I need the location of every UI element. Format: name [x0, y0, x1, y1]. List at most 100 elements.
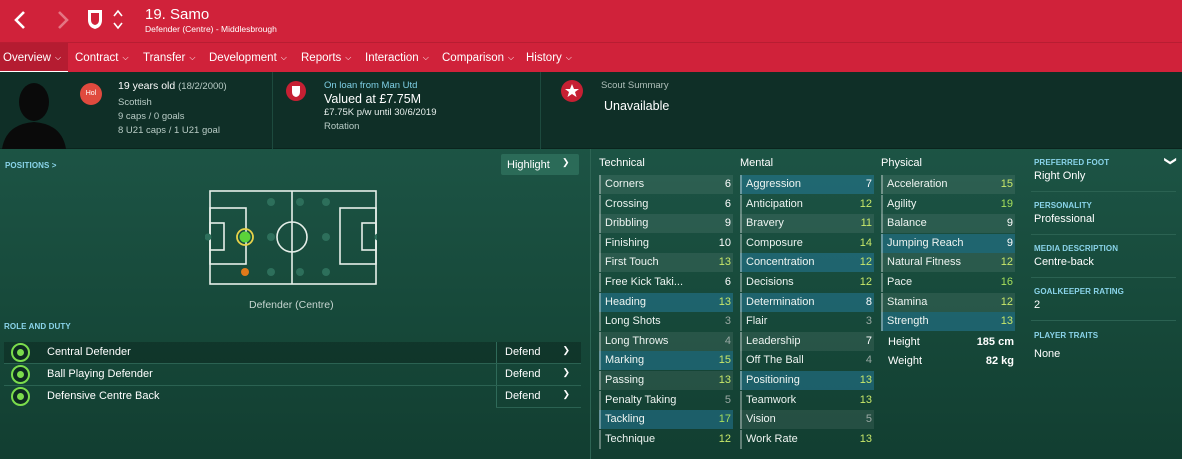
attribute-row[interactable]: Marking 15	[599, 351, 733, 371]
attribute-row[interactable]: Long Throws 4	[599, 331, 733, 351]
attribute-row[interactable]: Penalty Taking 5	[599, 390, 733, 410]
chevron-down-icon: ❯	[562, 389, 570, 399]
forward-arrow-icon[interactable]	[55, 10, 71, 30]
attribute-value: 17	[718, 413, 731, 426]
attribute-row[interactable]: Determination 8	[740, 292, 874, 312]
player-value: Valued at £7.75M	[324, 92, 422, 106]
attribute-row[interactable]: Off The Ball 4	[740, 351, 874, 371]
attribute-row[interactable]: Pace 16	[881, 273, 1015, 292]
row-marker	[881, 273, 883, 292]
loan-text[interactable]: On loan from Man Utd	[324, 80, 417, 91]
media-description-value: Centre-back	[1034, 256, 1094, 268]
attribute-row[interactable]: Finishing 10	[599, 233, 733, 253]
duty-dropdown[interactable]: Defend ❯	[496, 364, 580, 385]
nationality: Scottish	[118, 97, 152, 108]
attribute-row[interactable]: Long Shots 3	[599, 312, 733, 332]
tab-contract[interactable]: Contract ⌵	[75, 52, 129, 64]
attribute-value: 12	[859, 197, 872, 210]
row-marker	[740, 214, 742, 234]
attribute-row[interactable]: First Touch 13	[599, 253, 733, 273]
attribute-row[interactable]: Passing 13	[599, 371, 733, 390]
back-arrow-icon[interactable]	[12, 10, 28, 30]
attribute-row[interactable]: Work Rate 13	[740, 429, 874, 449]
tab-interaction[interactable]: Interaction ⌵	[365, 52, 429, 64]
attribute-row[interactable]: Heading 13	[599, 292, 733, 312]
tab-transfer[interactable]: Transfer ⌵	[143, 52, 195, 64]
attribute-row[interactable]: Vision 5	[740, 410, 874, 430]
role-icon	[11, 343, 30, 362]
loan-club-icon[interactable]	[286, 81, 306, 101]
row-marker	[881, 292, 883, 312]
personality-label: PERSONALITY	[1034, 201, 1092, 210]
attribute-label: Free Kick Taki...	[605, 276, 684, 288]
attribute-row[interactable]: Strength 13	[881, 312, 1015, 332]
attribute-row[interactable]: Anticipation 12	[740, 194, 874, 214]
attribute-row[interactable]: Natural Fitness 12	[881, 253, 1015, 273]
attribute-row[interactable]: Agility 19	[881, 194, 1015, 214]
attribute-row[interactable]: Balance 9	[881, 214, 1015, 234]
row-marker	[881, 214, 883, 234]
attribute-row[interactable]: Teamwork 13	[740, 390, 874, 410]
attribute-value: 13	[1000, 315, 1013, 328]
attribute-value: 9	[1006, 217, 1013, 230]
attribute-row[interactable]: Positioning 13	[740, 371, 874, 390]
tab-comparison[interactable]: Comparison ⌵	[442, 52, 514, 64]
duty-dropdown[interactable]: Defend ❯	[496, 342, 580, 363]
role-icon	[11, 387, 30, 406]
row-marker	[599, 194, 601, 214]
attribute-row[interactable]: Jumping Reach 9	[881, 233, 1015, 253]
attribute-row[interactable]: Technique 12	[599, 429, 733, 449]
title-bar: 19. Samo Defender (Centre) - Middlesbrou…	[0, 0, 1182, 42]
player-switch-icon[interactable]	[112, 8, 124, 32]
u21-caps-text: 8 U21 caps / 1 U21 goal	[118, 125, 220, 136]
club-crest-icon[interactable]	[86, 8, 104, 30]
row-marker	[740, 371, 742, 390]
attribute-label: Leadership	[746, 334, 801, 347]
role-row[interactable]: Defensive Centre Back Defend ❯	[4, 386, 581, 407]
attribute-label: Passing	[605, 374, 645, 386]
attribute-row[interactable]: Aggression 7	[740, 175, 874, 194]
attribute-label: Vision	[746, 413, 776, 426]
tab-development[interactable]: Development ⌵	[209, 52, 287, 64]
caps-text: 9 caps / 0 goals	[118, 111, 185, 122]
attribute-row[interactable]: Acceleration 15	[881, 175, 1015, 194]
attribute-row[interactable]: Leadership 7	[740, 331, 874, 351]
attribute-value: 12	[859, 276, 872, 288]
attribute-row[interactable]: Flair 3	[740, 312, 874, 332]
star-icon	[561, 80, 583, 102]
attribute-value: 13	[859, 432, 872, 445]
attribute-row[interactable]: Decisions 12	[740, 273, 874, 292]
attribute-row[interactable]: Dribbling 9	[599, 214, 733, 234]
row-marker	[599, 429, 601, 449]
attribute-row[interactable]: Stamina 12	[881, 292, 1015, 312]
attribute-label: Strength	[887, 315, 929, 328]
positions-pitch	[205, 190, 377, 285]
attribute-row[interactable]: Tackling 17	[599, 410, 733, 430]
tab-bar: Overview ⌵ Contract ⌵ Transfer ⌵ Developmen…	[0, 42, 1182, 73]
attribute-row[interactable]: Free Kick Taki... 6	[599, 273, 733, 292]
attribute-row[interactable]: Bravery 11	[740, 214, 874, 234]
attribute-label: Concentration	[746, 256, 815, 269]
attribute-value: 12	[1000, 256, 1013, 269]
attribute-label: Finishing	[605, 236, 650, 249]
attribute-label: Stamina	[887, 295, 928, 308]
tab-reports[interactable]: Reports ⌵	[301, 52, 351, 64]
attribute-row[interactable]: Composure 14	[740, 233, 874, 253]
attribute-row[interactable]: Concentration 12	[740, 253, 874, 273]
attribute-label: Off The Ball	[746, 354, 804, 367]
nation-badge[interactable]: Hol	[80, 83, 102, 105]
tab-overview[interactable]: Overview ⌵	[3, 52, 61, 64]
highlight-dropdown[interactable]: Highlight ❯	[501, 154, 579, 175]
duty-dropdown[interactable]: Defend ❯	[496, 386, 580, 407]
tab-history[interactable]: History ⌵	[526, 52, 572, 64]
attribute-label: Marking	[605, 354, 645, 367]
row-marker	[599, 371, 601, 390]
chevron-down-icon[interactable]: ❯	[1164, 156, 1178, 166]
positions-link[interactable]: POSITIONS >	[5, 161, 57, 170]
role-row[interactable]: Central Defender Defend ❯	[4, 342, 581, 363]
attribute-label: Jumping Reach	[887, 236, 964, 249]
attribute-label: Corners	[605, 178, 645, 190]
attribute-row[interactable]: Corners 6	[599, 175, 733, 194]
attribute-row[interactable]: Crossing 6	[599, 194, 733, 214]
role-row[interactable]: Ball Playing Defender Defend ❯	[4, 364, 581, 385]
